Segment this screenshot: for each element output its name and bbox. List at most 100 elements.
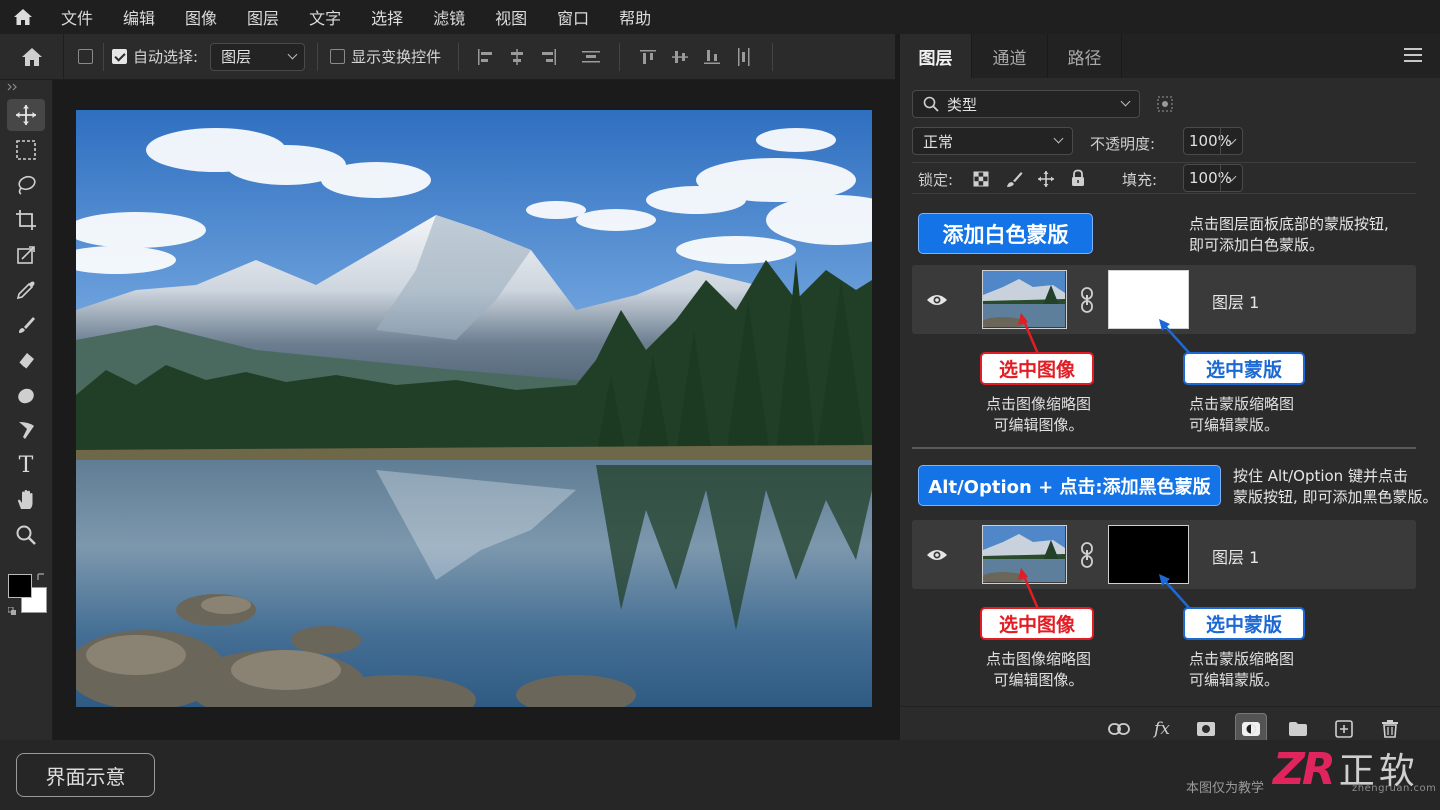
home-icon[interactable] [0,0,46,34]
swap-colors-icon[interactable] [36,572,46,582]
dodge-icon [18,388,34,404]
foreground-color-swatch[interactable] [8,574,32,598]
select-mask-tag: 选中蒙版 [1183,352,1305,385]
menu-filter[interactable]: 滤镜 [418,5,480,29]
chevron-down-icon [1226,134,1237,144]
image-caption: 点击图像缩略图 可编辑图像。 [981,649,1096,691]
zoom-icon [16,525,36,545]
mask-caption-line2: 可编辑蒙版。 [1189,671,1280,689]
trash-icon[interactable] [1376,715,1404,743]
frame-icon [17,246,35,264]
show-transform-checkbox[interactable] [330,49,346,64]
distribute-icon[interactable] [575,41,607,73]
tab-paths[interactable]: 路径 [1048,34,1122,78]
chevron-down-icon [1226,171,1237,181]
home-button[interactable] [0,33,64,80]
watermark-letters: ZR [1273,744,1336,795]
auto-select-checkbox[interactable] [112,49,127,64]
panel-menu-icon[interactable] [1404,48,1422,66]
document-image[interactable] [76,110,872,707]
interface-hint-button[interactable]: 界面示意 [16,753,155,797]
fill-input[interactable]: 100% [1183,164,1243,192]
image-caption-line2: 可编辑图像。 [993,671,1084,689]
layer-filter-dropdown[interactable]: 类型 [912,90,1140,118]
options-bar: 自动选择: 图层 显示变换控件 [0,33,895,80]
lock-pixels-icon[interactable] [1005,170,1023,188]
black-mask-note: 按住 Alt/Option 键并点击 蒙版按钮, 即可添加黑色蒙版。 [1233,466,1438,508]
select-mask-tag: 选中蒙版 [1183,607,1305,640]
dodge-tool[interactable] [7,379,45,411]
align-right-icon[interactable] [533,41,565,73]
menu-view[interactable]: 视图 [480,5,542,29]
layer-sample-checkbox[interactable] [78,49,93,64]
lasso-tool[interactable] [7,169,45,201]
watermark-url: zhengruan.com [1352,783,1437,794]
new-layer-icon[interactable] [1330,715,1358,743]
align-left-icon[interactable] [469,41,501,73]
chevron-down-icon [1053,133,1064,144]
tool-bar: T [0,80,53,740]
menu-type[interactable]: 文字 [294,5,356,29]
move-tool[interactable] [7,99,45,131]
canvas-area[interactable] [54,81,894,740]
image-caption-line1: 点击图像缩略图 [985,650,1091,668]
white-mask-note-line2: 即可添加白色蒙版。 [1189,236,1325,254]
fill-label: 填充: [1122,171,1158,189]
eyedropper-icon [16,281,35,300]
eyedropper-tool[interactable] [7,274,45,306]
align-vcenter-icon[interactable] [664,41,696,73]
distribute-vertical-icon[interactable] [728,41,760,73]
fx-label: fx [1154,719,1170,739]
tab-layers[interactable]: 图层 [900,34,972,78]
opacity-stepper[interactable] [1220,128,1242,154]
mask-caption: 点击蒙版缩略图 可编辑蒙版。 [1189,649,1294,691]
lock-all-icon[interactable] [1070,169,1086,187]
opacity-input[interactable]: 100% [1183,127,1243,155]
default-colors-icon[interactable] [8,607,18,616]
auto-select-target-dropdown[interactable]: 图层 [210,42,306,71]
link-icon[interactable] [1105,715,1133,743]
menu-help[interactable]: 帮助 [604,5,666,29]
white-mask-note-line1: 点击图层面板底部的蒙版按钮, [1189,215,1389,233]
section-divider [912,447,1416,449]
add-mask-icon[interactable] [1192,715,1220,743]
align-bottom-icon[interactable] [696,41,728,73]
align-top-icon[interactable] [632,41,664,73]
menu-file[interactable]: 文件 [46,5,108,29]
tab-channels[interactable]: 通道 [972,34,1048,78]
lock-transparency-icon[interactable] [973,171,989,187]
menu-edit[interactable]: 编辑 [108,5,170,29]
blend-mode-dropdown[interactable]: 正常 [912,127,1073,155]
pen-tool[interactable] [7,414,45,446]
search-icon [923,96,939,112]
fx-icon[interactable]: fx [1148,715,1176,743]
eraser-tool[interactable] [7,344,45,376]
marquee-tool[interactable] [7,134,45,166]
black-mask-note-line2: 蒙版按钮, 即可添加黑色蒙版。 [1233,488,1438,506]
fill-stepper[interactable] [1220,165,1242,191]
opacity-label: 不透明度: [1090,135,1156,153]
crop-icon [16,210,36,230]
bottom-bar: 界面示意 本图仅为教学 ZR 正软 zhengruan.com [0,740,1440,810]
mask-caption-line2: 可编辑蒙版。 [1189,416,1280,434]
crop-tool[interactable] [7,204,45,236]
type-tool[interactable]: T [7,449,45,481]
zoom-tool[interactable] [7,519,45,551]
frame-tool[interactable] [7,239,45,271]
home-icon [21,47,42,66]
menu-select[interactable]: 选择 [356,5,418,29]
lock-position-icon[interactable] [1037,170,1055,188]
mountain-lake-image [76,110,872,707]
folder-icon[interactable] [1284,715,1312,743]
align-hcenter-icon[interactable] [501,41,533,73]
collapse-icon[interactable] [7,83,19,91]
menu-layer[interactable]: 图层 [232,5,294,29]
brush-tool[interactable] [7,309,45,341]
menu-window[interactable]: 窗口 [542,5,604,29]
filter-toggle-icon[interactable] [1157,96,1173,112]
hand-tool[interactable] [7,484,45,516]
menu-image[interactable]: 图像 [170,5,232,29]
auto-select-target-value: 图层 [221,48,252,66]
auto-select-label: 自动选择: [133,48,199,66]
type-icon: T [18,452,34,478]
